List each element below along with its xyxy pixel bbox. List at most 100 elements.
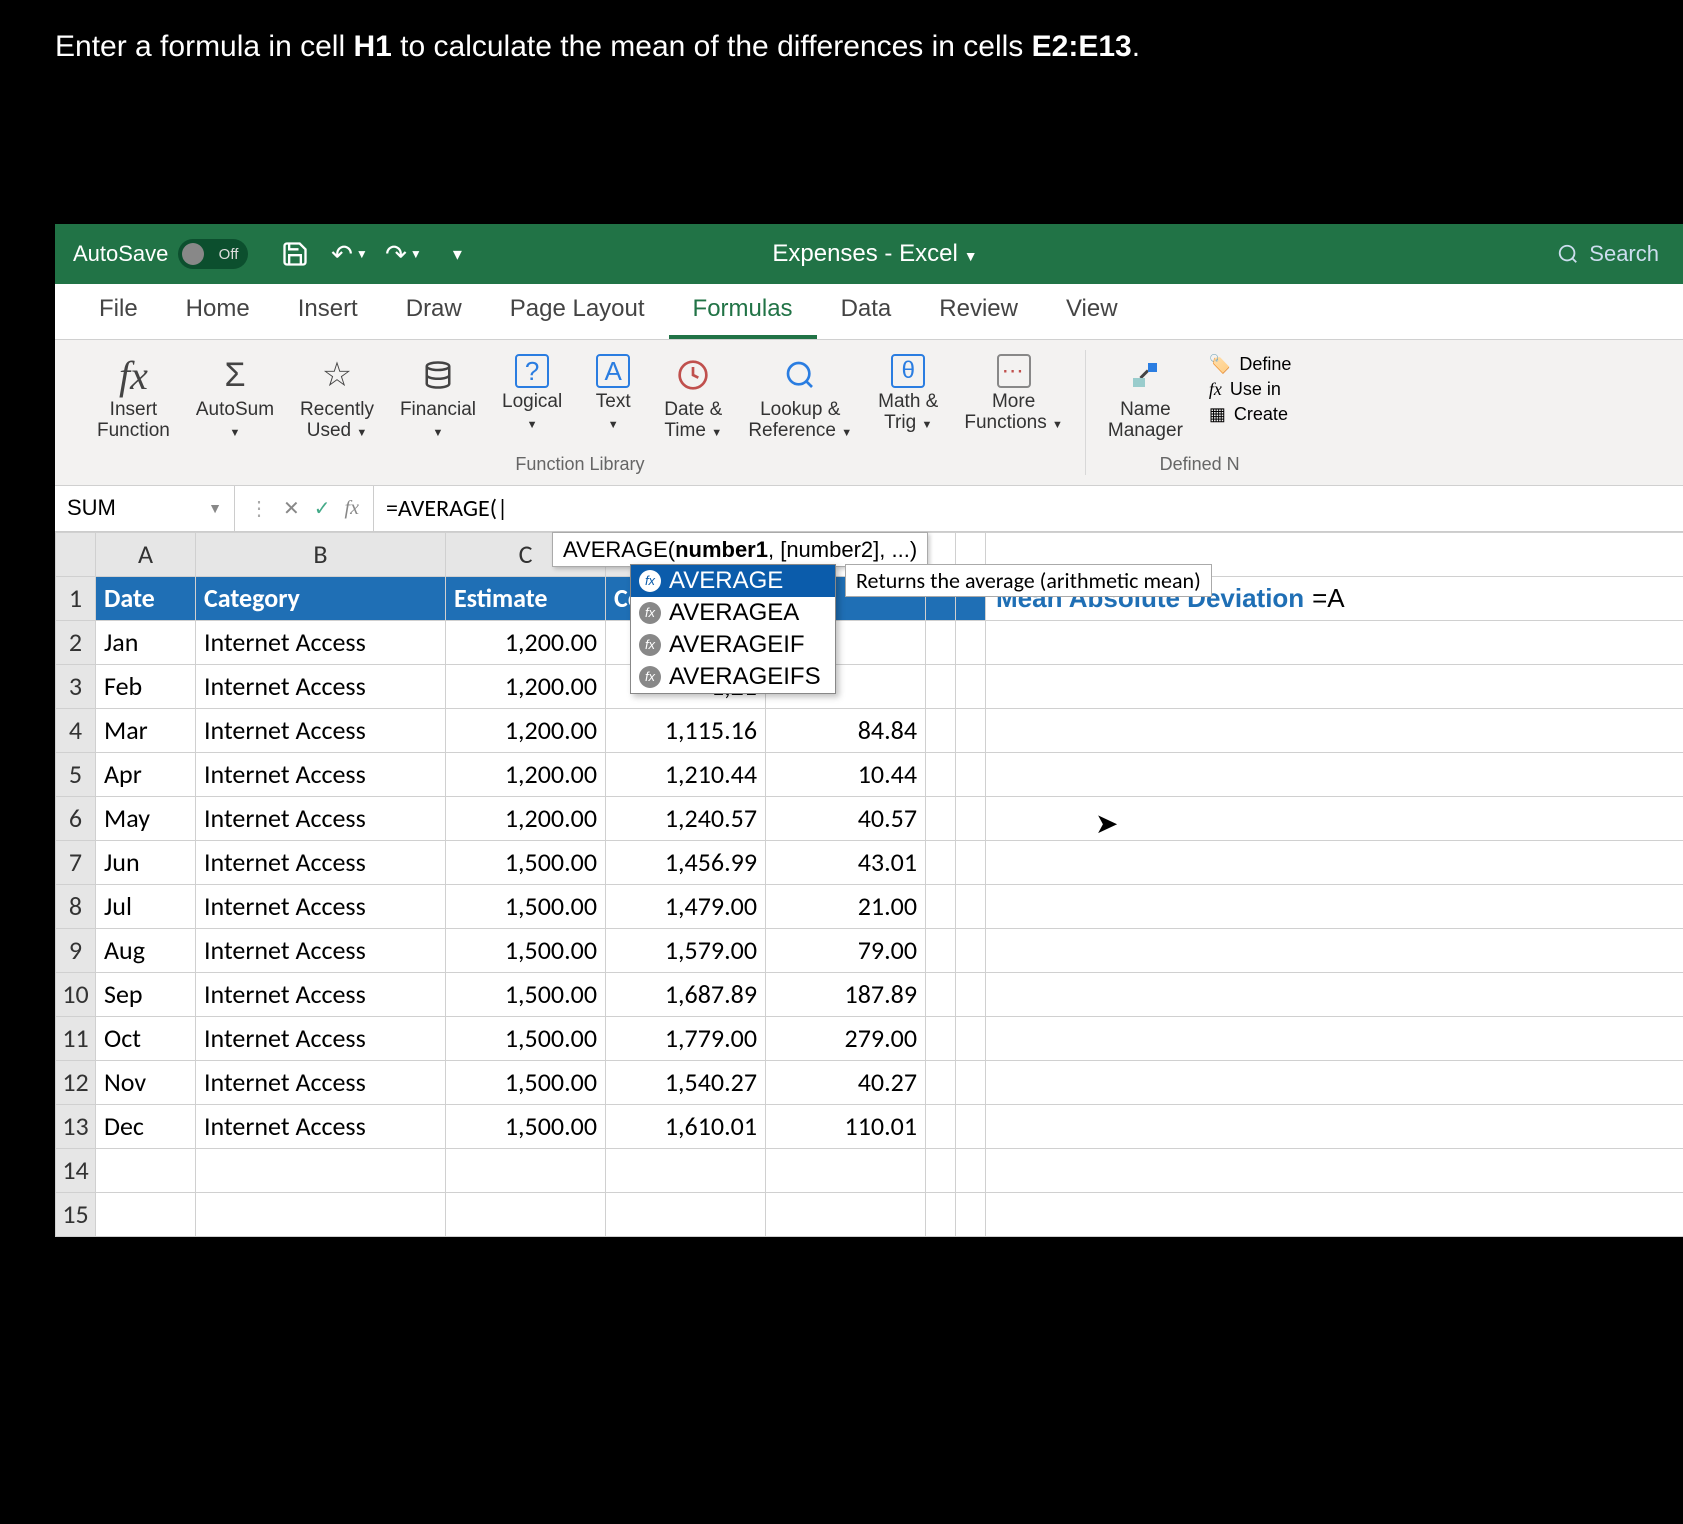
cell-h9[interactable] (986, 928, 1683, 972)
row-header-15[interactable]: 15 (56, 1192, 96, 1236)
cell-b11[interactable]: Internet Access (196, 1016, 446, 1060)
row-header-11[interactable]: 11 (56, 1016, 96, 1060)
document-title[interactable]: Expenses - Excel▼ (772, 240, 977, 268)
cell-b8[interactable]: Internet Access (196, 884, 446, 928)
cell-e12[interactable]: 40.27 (766, 1060, 926, 1104)
function-autocomplete[interactable]: fxAVERAGE fxAVERAGEA fxAVERAGEIF fxAVERA… (630, 564, 836, 694)
cell-c8[interactable]: 1,500.00 (446, 884, 606, 928)
cell-c5[interactable]: 1,200.00 (446, 752, 606, 796)
cell-d8[interactable]: 1,479.00 (606, 884, 766, 928)
cell-b9[interactable]: Internet Access (196, 928, 446, 972)
cell-e4[interactable]: 84.84 (766, 708, 926, 752)
cell-g7[interactable] (956, 840, 986, 884)
cell-b4[interactable]: Internet Access (196, 708, 446, 752)
cell-h15[interactable] (986, 1192, 1683, 1236)
cell-h10[interactable] (986, 972, 1683, 1016)
redo-icon[interactable]: ↷▼ (386, 237, 420, 271)
autosave-toggle[interactable]: AutoSave Off (73, 239, 248, 269)
cell-b1[interactable]: Category (196, 576, 446, 620)
cell-c7[interactable]: 1,500.00 (446, 840, 606, 884)
cell-f2[interactable] (926, 620, 956, 664)
cell-d12[interactable]: 1,540.27 (606, 1060, 766, 1104)
cell-h4[interactable] (986, 708, 1683, 752)
math-trig-button[interactable]: θ Math & Trig ▼ (868, 350, 948, 446)
date-time-button[interactable]: Date & Time ▼ (654, 350, 732, 446)
cell-b5[interactable]: Internet Access (196, 752, 446, 796)
lookup-reference-button[interactable]: Lookup & Reference ▼ (738, 350, 862, 446)
more-functions-button[interactable]: ⋯ More Functions ▼ (954, 350, 1073, 446)
cell-e7[interactable]: 43.01 (766, 840, 926, 884)
cell-a1[interactable]: Date (96, 576, 196, 620)
cell-a7[interactable]: Jun (96, 840, 196, 884)
cell-f9[interactable] (926, 928, 956, 972)
cell-c14[interactable] (446, 1148, 606, 1192)
recently-used-button[interactable]: ☆ Recently Used ▼ (290, 350, 384, 446)
cell-g6[interactable] (956, 796, 986, 840)
cell-c3[interactable]: 1,200.00 (446, 664, 606, 708)
cell-b3[interactable]: Internet Access (196, 664, 446, 708)
cell-d14[interactable] (606, 1148, 766, 1192)
cell-e6[interactable]: 40.57 (766, 796, 926, 840)
autocomplete-item-average[interactable]: fxAVERAGE (631, 565, 835, 597)
fx-bar-icon[interactable]: fx (345, 497, 359, 520)
search-input[interactable]: Search (1539, 235, 1677, 273)
cell-d5[interactable]: 1,210.44 (606, 752, 766, 796)
cell-g8[interactable] (956, 884, 986, 928)
autocomplete-item-averageif[interactable]: fxAVERAGEIF (631, 629, 835, 661)
cell-a3[interactable]: Feb (96, 664, 196, 708)
autocomplete-item-averagea[interactable]: fxAVERAGEA (631, 597, 835, 629)
cell-h7[interactable] (986, 840, 1683, 884)
insert-function-button[interactable]: fx Insert Function (87, 350, 180, 446)
row-header-6[interactable]: 6 (56, 796, 96, 840)
text-button[interactable]: A Text▼ (578, 350, 648, 446)
cell-g11[interactable] (956, 1016, 986, 1060)
cell-f4[interactable] (926, 708, 956, 752)
undo-icon[interactable]: ↶▼ (332, 237, 366, 271)
row-header-1[interactable]: 1 (56, 576, 96, 620)
row-header-10[interactable]: 10 (56, 972, 96, 1016)
enter-icon[interactable]: ✓ (314, 496, 331, 521)
tab-data[interactable]: Data (817, 283, 916, 339)
cell-e5[interactable]: 10.44 (766, 752, 926, 796)
cell-a12[interactable]: Nov (96, 1060, 196, 1104)
cell-b14[interactable] (196, 1148, 446, 1192)
cell-d4[interactable]: 1,115.16 (606, 708, 766, 752)
cell-e10[interactable]: 187.89 (766, 972, 926, 1016)
cell-f5[interactable] (926, 752, 956, 796)
cell-f6[interactable] (926, 796, 956, 840)
cell-e14[interactable] (766, 1148, 926, 1192)
cell-g12[interactable] (956, 1060, 986, 1104)
row-header-4[interactable]: 4 (56, 708, 96, 752)
row-header-7[interactable]: 7 (56, 840, 96, 884)
create-from-selection-button[interactable]: ▦Create (1209, 404, 1291, 425)
cell-h12[interactable] (986, 1060, 1683, 1104)
tab-home[interactable]: Home (162, 283, 274, 339)
financial-button[interactable]: Financial▼ (390, 350, 486, 446)
cell-f13[interactable] (926, 1104, 956, 1148)
tab-review[interactable]: Review (915, 283, 1042, 339)
cell-d7[interactable]: 1,456.99 (606, 840, 766, 884)
cell-b12[interactable]: Internet Access (196, 1060, 446, 1104)
cell-b13[interactable]: Internet Access (196, 1104, 446, 1148)
cell-c1[interactable]: Estimate (446, 576, 606, 620)
cell-c6[interactable]: 1,200.00 (446, 796, 606, 840)
cell-a13[interactable]: Dec (96, 1104, 196, 1148)
cell-h8[interactable] (986, 884, 1683, 928)
tab-insert[interactable]: Insert (274, 283, 382, 339)
cell-g14[interactable] (956, 1148, 986, 1192)
col-header-a[interactable]: A (96, 532, 196, 576)
cell-e9[interactable]: 79.00 (766, 928, 926, 972)
row-header-9[interactable]: 9 (56, 928, 96, 972)
spreadsheet-grid[interactable]: A B C D 1 Date Category Estimate Cost Me… (55, 532, 1683, 1237)
cell-a2[interactable]: Jan (96, 620, 196, 664)
row-header-13[interactable]: 13 (56, 1104, 96, 1148)
cell-a6[interactable]: May (96, 796, 196, 840)
row-header-5[interactable]: 5 (56, 752, 96, 796)
cell-h3[interactable] (986, 664, 1683, 708)
cell-g15[interactable] (956, 1192, 986, 1236)
cell-c2[interactable]: 1,200.00 (446, 620, 606, 664)
tab-formulas[interactable]: Formulas (669, 283, 817, 339)
cell-d15[interactable] (606, 1192, 766, 1236)
save-icon[interactable] (278, 237, 312, 271)
cell-f15[interactable] (926, 1192, 956, 1236)
